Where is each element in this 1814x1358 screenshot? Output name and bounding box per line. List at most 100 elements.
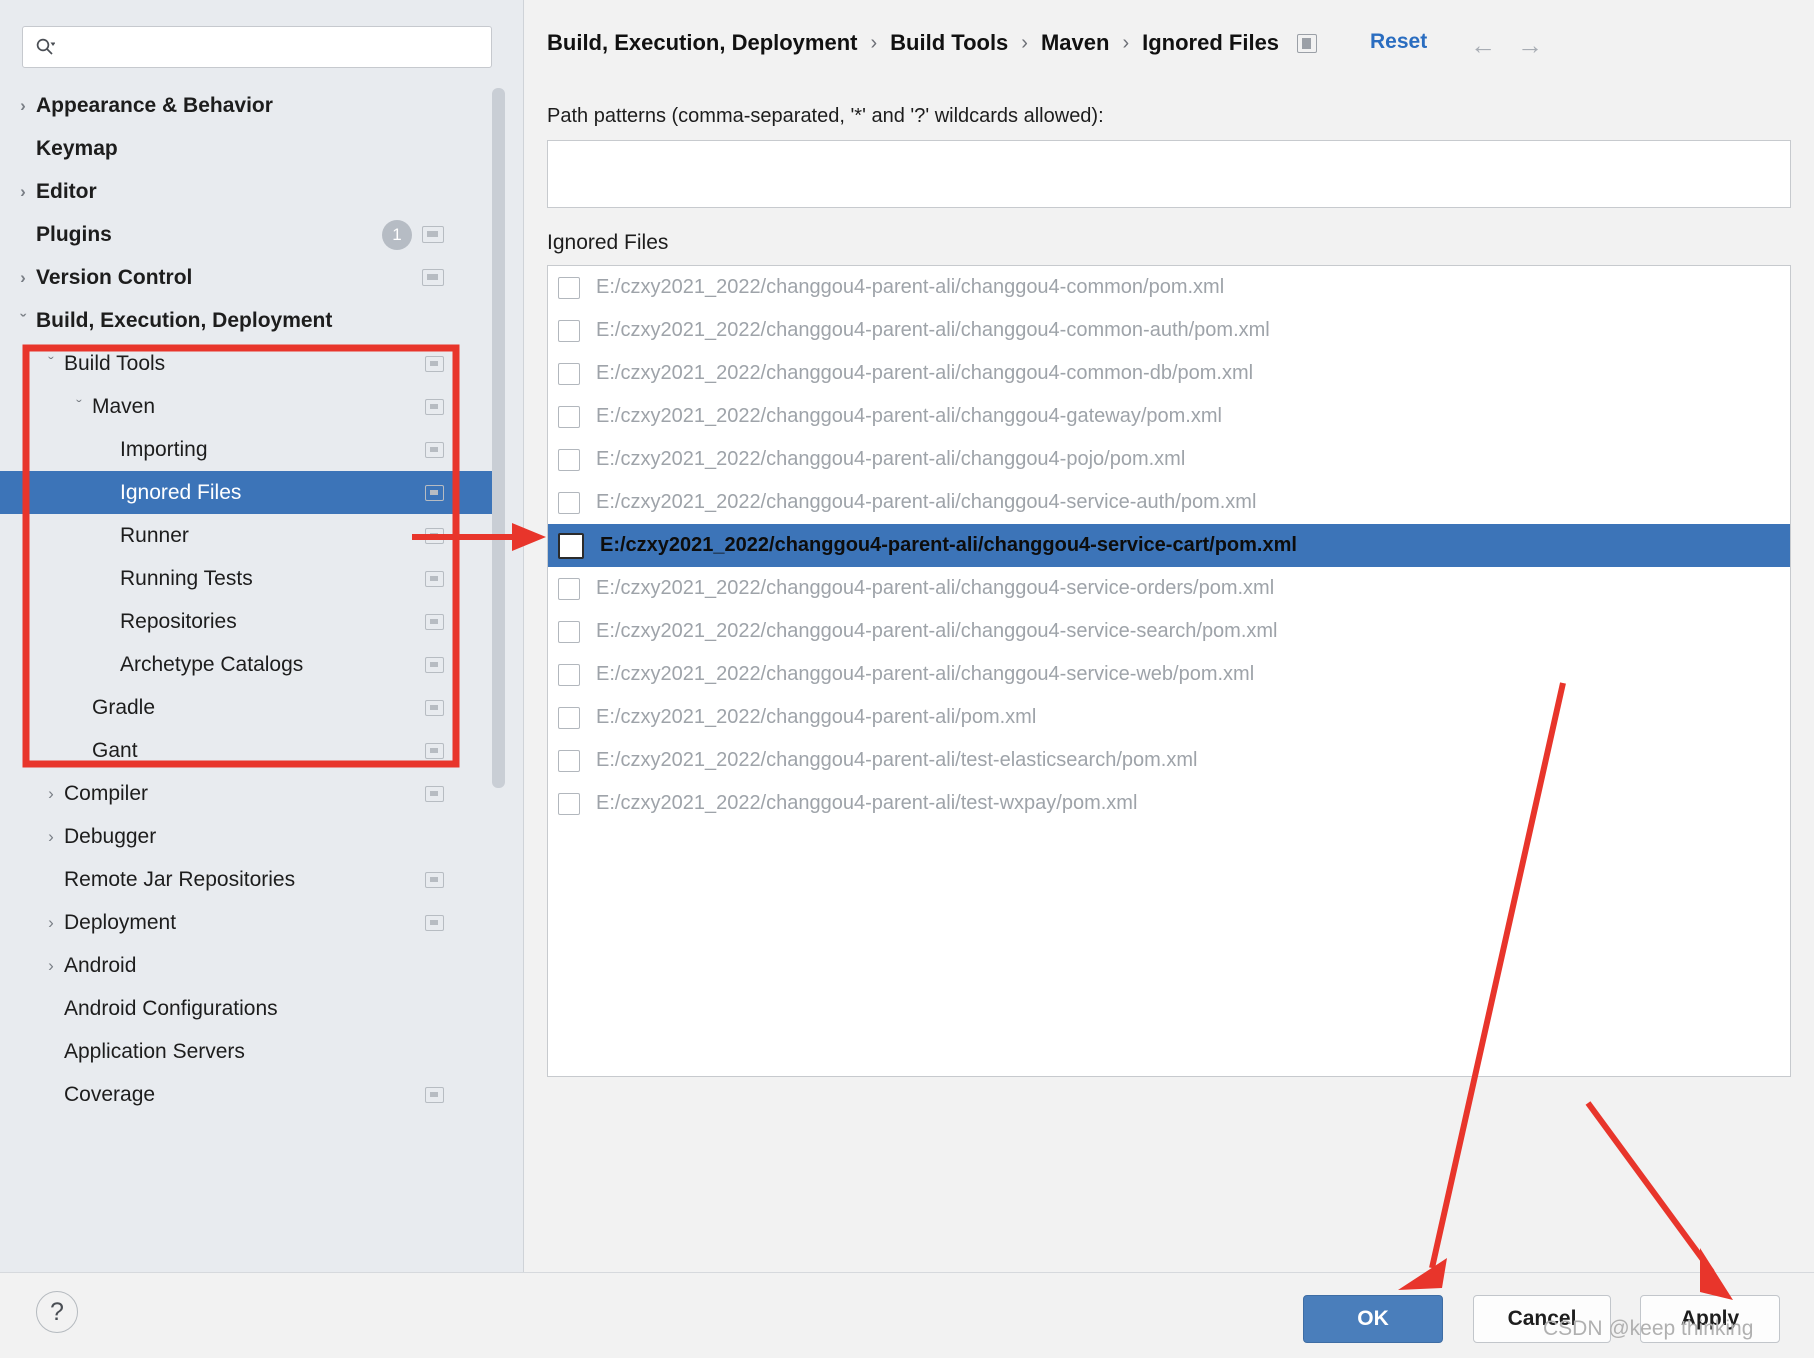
copy-settings-icon[interactable] [425,527,444,544]
copy-settings-icon[interactable] [425,484,444,501]
ignored-file-row[interactable]: E:/czxy2021_2022/changgou4-parent-ali/te… [548,782,1790,825]
ignored-file-row[interactable]: E:/czxy2021_2022/changgou4-parent-ali/ch… [548,438,1790,481]
ignored-file-row[interactable]: E:/czxy2021_2022/changgou4-parent-ali/ch… [548,653,1790,696]
apply-button[interactable]: Apply [1640,1295,1780,1343]
sidebar-item-archetype-catalogs[interactable]: Archetype Catalogs [0,643,500,686]
search-field-wrapper[interactable] [22,26,492,68]
ignored-file-row[interactable]: E:/czxy2021_2022/changgou4-parent-ali/ch… [548,481,1790,524]
ignored-file-row[interactable]: E:/czxy2021_2022/changgou4-parent-ali/po… [548,696,1790,739]
chevron-down-icon[interactable]: ˇ [38,354,64,374]
reset-link[interactable]: Reset [1370,30,1427,54]
copy-settings-icon[interactable] [425,441,444,458]
ignored-file-row[interactable]: E:/czxy2021_2022/changgou4-parent-ali/ch… [548,395,1790,438]
copy-settings-icon[interactable] [425,914,444,931]
copy-settings-icon[interactable] [425,1086,444,1103]
sidebar-scrollbar-thumb[interactable] [492,88,505,788]
sidebar-item-build-tools[interactable]: ˇ Build Tools [0,342,500,385]
copy-settings-icon[interactable] [422,226,444,243]
ignored-file-row[interactable]: E:/czxy2021_2022/changgou4-parent-ali/ch… [548,352,1790,395]
ignored-file-checkbox[interactable] [558,663,580,686]
ignored-file-row[interactable]: E:/czxy2021_2022/changgou4-parent-ali/te… [548,739,1790,782]
nav-forward-icon[interactable]: → [1517,30,1543,61]
sidebar-item-build-execution-deployment[interactable]: ˇ Build, Execution, Deployment [0,299,500,342]
sidebar-item-android[interactable]: › Android [0,944,500,987]
search-input[interactable] [63,35,473,59]
sidebar-item-running-tests[interactable]: Running Tests [0,557,500,600]
search-box[interactable] [22,26,492,68]
ignored-file-row[interactable]: E:/czxy2021_2022/changgou4-parent-ali/ch… [548,524,1790,567]
chevron-right-icon[interactable]: › [38,913,64,933]
copy-settings-icon[interactable] [425,785,444,802]
sidebar-item-debugger[interactable]: › Debugger [0,815,500,858]
copy-settings-icon[interactable] [425,355,444,372]
ignored-file-checkbox[interactable] [558,749,580,772]
ignored-files-list[interactable]: E:/czxy2021_2022/changgou4-parent-ali/ch… [547,265,1791,1077]
chevron-right-icon[interactable]: › [38,956,64,976]
sidebar-item-label: Plugins [36,222,112,246]
sidebar-item-editor[interactable]: › Editor [0,170,500,213]
breadcrumb-item[interactable]: Build, Execution, Deployment [547,30,857,56]
breadcrumb-item[interactable]: Build Tools [890,30,1008,56]
path-patterns-input[interactable] [547,140,1791,208]
sidebar-item-appearance-behavior[interactable]: › Appearance & Behavior [0,84,500,127]
ignored-file-checkbox[interactable] [558,319,580,342]
sidebar-item-android-configurations[interactable]: Android Configurations [0,987,500,1030]
nav-back-icon[interactable]: ← [1470,30,1496,61]
ignored-file-row[interactable]: E:/czxy2021_2022/changgou4-parent-ali/ch… [548,567,1790,610]
sidebar-item-compiler[interactable]: › Compiler [0,772,500,815]
breadcrumb-item[interactable]: Ignored Files [1142,30,1279,56]
ignored-file-checkbox[interactable] [558,405,580,428]
sidebar-item-repositories[interactable]: Repositories [0,600,500,643]
breadcrumb-item[interactable]: Maven [1041,30,1109,56]
ignored-file-row[interactable]: E:/czxy2021_2022/changgou4-parent-ali/ch… [548,610,1790,653]
settings-tree[interactable]: › Appearance & Behavior Keymap › Editor Plugi… [0,84,500,1264]
chevron-right-icon[interactable]: › [38,827,64,847]
ignored-file-checkbox[interactable] [558,577,580,600]
ignored-file-checkbox[interactable] [558,362,580,385]
chevron-right-icon[interactable]: › [38,784,64,804]
ignored-file-row[interactable]: E:/czxy2021_2022/changgou4-parent-ali/ch… [548,266,1790,309]
chevron-down-icon[interactable]: ˇ [10,311,36,331]
sidebar-item-application-servers[interactable]: Application Servers [0,1030,500,1073]
sidebar-item-maven[interactable]: ˇ Maven [0,385,500,428]
sidebar-item-importing[interactable]: Importing [0,428,500,471]
copy-settings-icon[interactable] [425,699,444,716]
copy-settings-icon[interactable] [425,570,444,587]
ok-button[interactable]: OK [1303,1295,1443,1343]
copy-settings-icon[interactable] [1297,33,1318,53]
ignored-file-checkbox[interactable] [558,792,580,815]
sidebar-item-label: Appearance & Behavior [36,93,273,117]
ignored-file-path: E:/czxy2021_2022/changgou4-parent-ali/ch… [596,448,1186,470]
copy-settings-icon[interactable] [425,871,444,888]
copy-settings-icon[interactable] [425,613,444,630]
cancel-button[interactable]: Cancel [1473,1295,1611,1343]
copy-settings-icon[interactable] [425,656,444,673]
sidebar-item-coverage[interactable]: Coverage [0,1073,500,1116]
help-button[interactable]: ? [36,1291,78,1333]
sidebar-item-deployment[interactable]: › Deployment [0,901,500,944]
sidebar-item-remote-jar-repositories[interactable]: Remote Jar Repositories [0,858,500,901]
ignored-file-checkbox[interactable] [558,620,580,643]
chevron-right-icon[interactable]: › [10,182,36,202]
sidebar-item-gradle[interactable]: Gradle [0,686,500,729]
copy-settings-icon[interactable] [425,398,444,415]
ignored-file-checkbox[interactable] [558,491,580,514]
sidebar-item-label: Remote Jar Repositories [64,867,296,891]
ignored-file-row[interactable]: E:/czxy2021_2022/changgou4-parent-ali/ch… [548,309,1790,352]
sidebar-item-runner[interactable]: Runner [0,514,500,557]
search-icon [35,37,55,57]
ignored-file-checkbox[interactable] [558,532,584,559]
chevron-down-icon[interactable]: ˇ [66,397,92,417]
sidebar-item-gant[interactable]: Gant [0,729,500,772]
sidebar-item-version-control[interactable]: › Version Control [0,256,500,299]
copy-settings-icon[interactable] [425,742,444,759]
chevron-right-icon[interactable]: › [10,96,36,116]
ignored-file-checkbox[interactable] [558,706,580,729]
chevron-right-icon[interactable]: › [10,268,36,288]
ignored-file-checkbox[interactable] [558,448,580,471]
ignored-file-checkbox[interactable] [558,276,580,299]
copy-settings-icon[interactable] [422,269,444,286]
sidebar-item-ignored-files[interactable]: Ignored Files [0,471,500,514]
sidebar-item-plugins[interactable]: Plugins 1 [0,213,500,256]
sidebar-item-keymap[interactable]: Keymap [0,127,500,170]
